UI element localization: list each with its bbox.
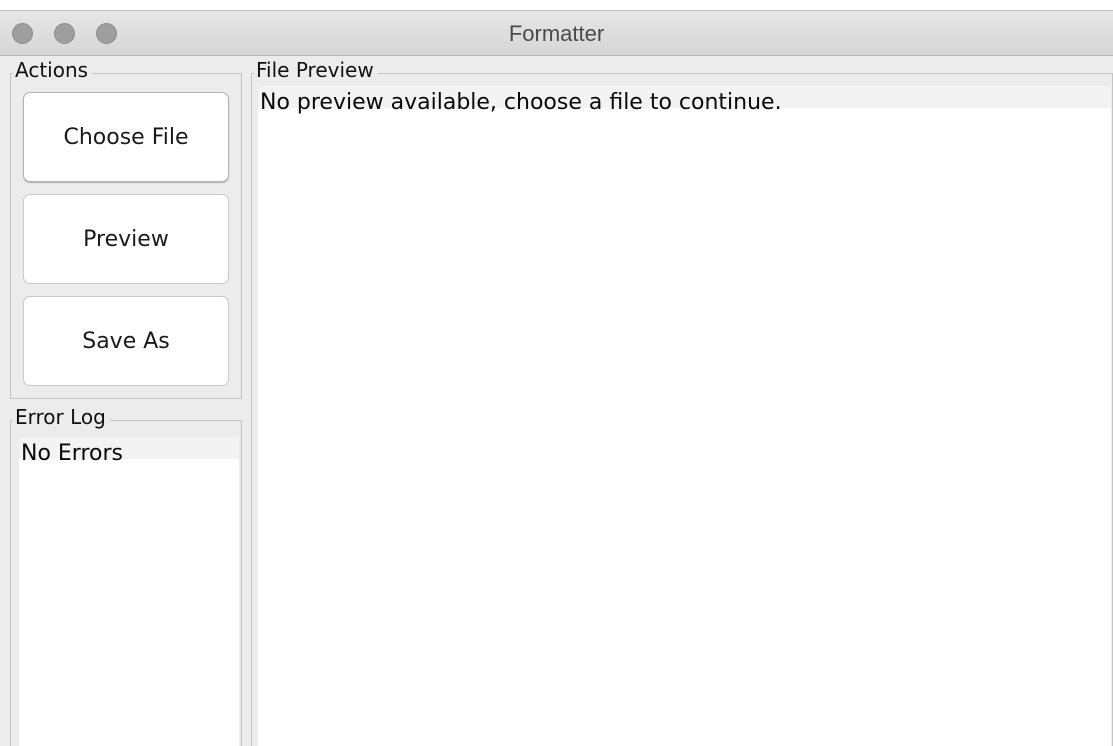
save-as-button[interactable]: Save As <box>23 296 229 386</box>
error-log-panel: Error Log No Errors <box>10 406 242 746</box>
desktop-strip <box>0 0 1113 10</box>
preview-button[interactable]: Preview <box>23 194 229 284</box>
error-log-textarea[interactable]: No Errors <box>19 437 239 746</box>
file-preview-panel: File Preview No preview available, choos… <box>251 59 1113 746</box>
error-log-panel-label: Error Log <box>13 406 110 428</box>
actions-panel: Actions Choose File Preview Save As <box>10 59 242 399</box>
error-log-text: No Errors <box>21 441 123 466</box>
choose-file-button[interactable]: Choose File <box>23 92 229 182</box>
window-title: Formatter <box>508 21 605 46</box>
file-preview-text: No preview available, choose a file to c… <box>260 90 782 115</box>
file-preview-panel-label: File Preview <box>254 59 378 81</box>
formatter-window: Formatter Actions Choose File Preview Sa… <box>0 0 1113 746</box>
file-preview-textarea[interactable]: No preview available, choose a file to c… <box>258 86 1111 746</box>
title-bar[interactable]: Formatter <box>0 10 1113 56</box>
actions-panel-label: Actions <box>13 59 93 81</box>
